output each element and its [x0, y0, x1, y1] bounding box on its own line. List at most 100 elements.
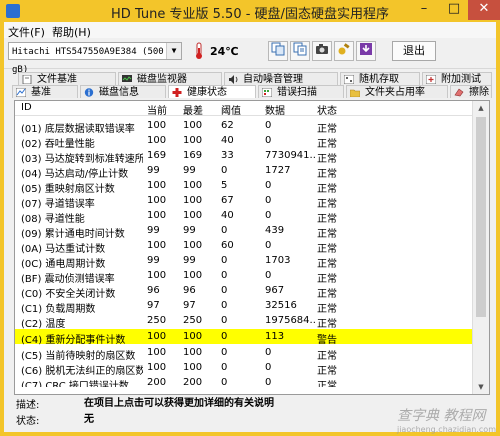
table-row[interactable]: (04) 马达启动/停止计数 99 99 0 1727 正常: [15, 163, 473, 180]
cell-data: 0: [265, 347, 272, 358]
tab-label: 文件基准: [37, 74, 77, 85]
file-icon: [22, 75, 32, 84]
cell-current: 100: [147, 240, 167, 251]
minimize-button[interactable]: –: [410, 0, 438, 20]
screenshot-button[interactable]: [312, 41, 332, 61]
tab-disk-monitor[interactable]: 磁盘监视器: [118, 72, 222, 85]
cell-threshold: 40: [221, 210, 234, 221]
column-header-current[interactable]: 当前: [147, 102, 181, 117]
column-header-threshold[interactable]: 阈值: [221, 102, 261, 117]
cell-threshold: 0: [221, 165, 228, 176]
tab-label: 错误扫描: [277, 87, 317, 98]
tab-folder-usage[interactable]: 文件夹占用率: [346, 85, 448, 98]
column-header-status[interactable]: 状态: [317, 102, 357, 117]
table-row[interactable]: (05) 重映射扇区计数 100 100 5 0 正常: [15, 178, 473, 195]
cell-worst: 100: [183, 270, 203, 281]
tab-random-access[interactable]: 随机存取: [340, 72, 420, 85]
cell-current: 100: [147, 331, 167, 342]
tab-disk-info[interactable]: 磁盘信息: [80, 85, 166, 98]
cell-threshold: 0: [221, 255, 228, 266]
tab-label: 自动噪音管理: [243, 74, 303, 85]
watermark: 查字典 教程网 jiaocheng.chazidian.com: [397, 405, 496, 434]
table-row[interactable]: (C5) 当前待映射的扇区数 100 100 0 0 正常: [15, 345, 473, 362]
table-row[interactable]: (09) 累计通电时间计数 99 99 0 439 正常: [15, 223, 473, 240]
tab-label: 文件夹占用率: [365, 87, 425, 98]
cell-worst: 100: [183, 362, 203, 373]
table-header: ID 当前 最差 阈值 数据 状态: [15, 101, 473, 117]
cell-current: 100: [147, 362, 167, 373]
cell-data: 0: [265, 195, 272, 206]
table-row[interactable]: (BF) 震动侦测错误率 100 100 0 0 正常: [15, 268, 473, 285]
tab-file-benchmark[interactable]: 文件基准: [18, 72, 116, 85]
table-row[interactable]: (07) 寻道错误率 100 100 67 0 正常: [15, 193, 473, 210]
status-value: 无: [84, 414, 94, 425]
table-row[interactable]: (0A) 马达重试计数 100 100 60 0 正常: [15, 238, 473, 255]
cell-worst: 100: [183, 195, 203, 206]
cell-worst: 100: [183, 135, 203, 146]
cell-threshold: 0: [221, 300, 228, 311]
exit-button[interactable]: 退出: [392, 41, 436, 61]
scroll-up-icon[interactable]: ▲: [473, 101, 489, 115]
copy-info-button[interactable]: [268, 41, 288, 61]
table-row[interactable]: (03) 马达旋转到标准转速所... 169 169 33 7730941... 正常: [15, 148, 473, 165]
tab-health[interactable]: 健康状态: [168, 85, 256, 98]
close-button[interactable]: ✕: [468, 0, 500, 20]
column-header-data[interactable]: 数据: [265, 102, 315, 117]
table-row[interactable]: (C0) 不安全关闭计数 96 96 0 967 正常: [15, 283, 473, 300]
tab-label: 擦除: [469, 87, 489, 98]
scan-icon: [262, 88, 272, 97]
cell-threshold: 67: [221, 195, 234, 206]
column-header-worst[interactable]: 最差: [183, 102, 217, 117]
cell-data: 967: [265, 285, 285, 296]
cell-current: 200: [147, 377, 167, 387]
table-row[interactable]: (C6) 脱机无法纠正的扇区数 100 100 0 0 正常: [15, 360, 473, 377]
table-row[interactable]: (C1) 负载周期数 97 97 0 32516 正常: [15, 298, 473, 315]
tab-label: 磁盘监视器: [137, 74, 187, 85]
health-icon: [172, 88, 182, 97]
maximize-button[interactable]: □: [440, 0, 468, 20]
health-panel: ID 当前 最差 阈值 数据 状态 (01) 底层数据读取错误率 100 100 62…: [14, 100, 490, 395]
cell-worst: 100: [183, 210, 203, 221]
cell-worst: 100: [183, 120, 203, 131]
cell-data: 32516: [265, 300, 297, 311]
table-row-warning[interactable]: (C4) 重新分配事件计数 100 100 0 113 警告: [15, 329, 473, 346]
table-row[interactable]: (C2) 温度 250 250 0 1975684... 正常: [15, 313, 473, 330]
erase-icon: [454, 88, 464, 97]
table-row[interactable]: (02) 吞吐量性能 100 100 40 0 正常: [15, 133, 473, 150]
tab-noise-management[interactable]: 自动噪音管理: [224, 72, 338, 85]
drive-select[interactable]: Hitachi HTS547550A9E384 (500 gB) ▼: [8, 42, 182, 75]
cell-worst: 200: [183, 377, 203, 387]
cell-threshold: 0: [221, 225, 228, 236]
vertical-scrollbar[interactable]: ▲ ▼: [472, 101, 489, 394]
copy-text-button[interactable]: [290, 41, 310, 61]
cell-id: (C4) 重新分配事件计数: [21, 335, 126, 346]
copy-text-icon: [293, 42, 307, 56]
table-row[interactable]: (08) 寻道性能 100 100 40 0 正常: [15, 208, 473, 225]
cell-current: 99: [147, 165, 160, 176]
column-header-id[interactable]: ID: [21, 102, 143, 113]
cell-worst: 100: [183, 347, 203, 358]
cell-current: 100: [147, 270, 167, 281]
options-button[interactable]: [334, 41, 354, 61]
chevron-down-icon[interactable]: ▼: [166, 43, 181, 59]
description-label: 描述:: [16, 400, 40, 411]
cell-threshold: 40: [221, 135, 234, 146]
table-row[interactable]: (C7) CRC 接口错误计数 200 200 0 0 正常: [15, 375, 473, 387]
tab-benchmark[interactable]: 基准: [12, 85, 78, 98]
tab-extra-tests[interactable]: 附加测试: [422, 72, 492, 85]
cell-threshold: 33: [221, 150, 234, 161]
cell-worst: 99: [183, 255, 196, 266]
scrollbar-thumb[interactable]: [476, 117, 486, 317]
folder-icon: [350, 89, 360, 97]
tab-label: 基准: [31, 87, 51, 98]
table-row[interactable]: (01) 底层数据读取错误率 100 100 62 0 正常: [15, 118, 473, 135]
table-row[interactable]: (0C) 通电周期计数 99 99 0 1703 正常: [15, 253, 473, 270]
tab-error-scan[interactable]: 错误扫描: [258, 85, 344, 98]
camera-icon: [316, 44, 328, 54]
cell-data: 0: [265, 240, 272, 251]
cell-worst: 97: [183, 300, 196, 311]
save-button[interactable]: [356, 41, 376, 61]
cell-threshold: 0: [221, 270, 228, 281]
tab-erase[interactable]: 擦除: [450, 85, 492, 98]
cell-data: 0: [265, 210, 272, 221]
